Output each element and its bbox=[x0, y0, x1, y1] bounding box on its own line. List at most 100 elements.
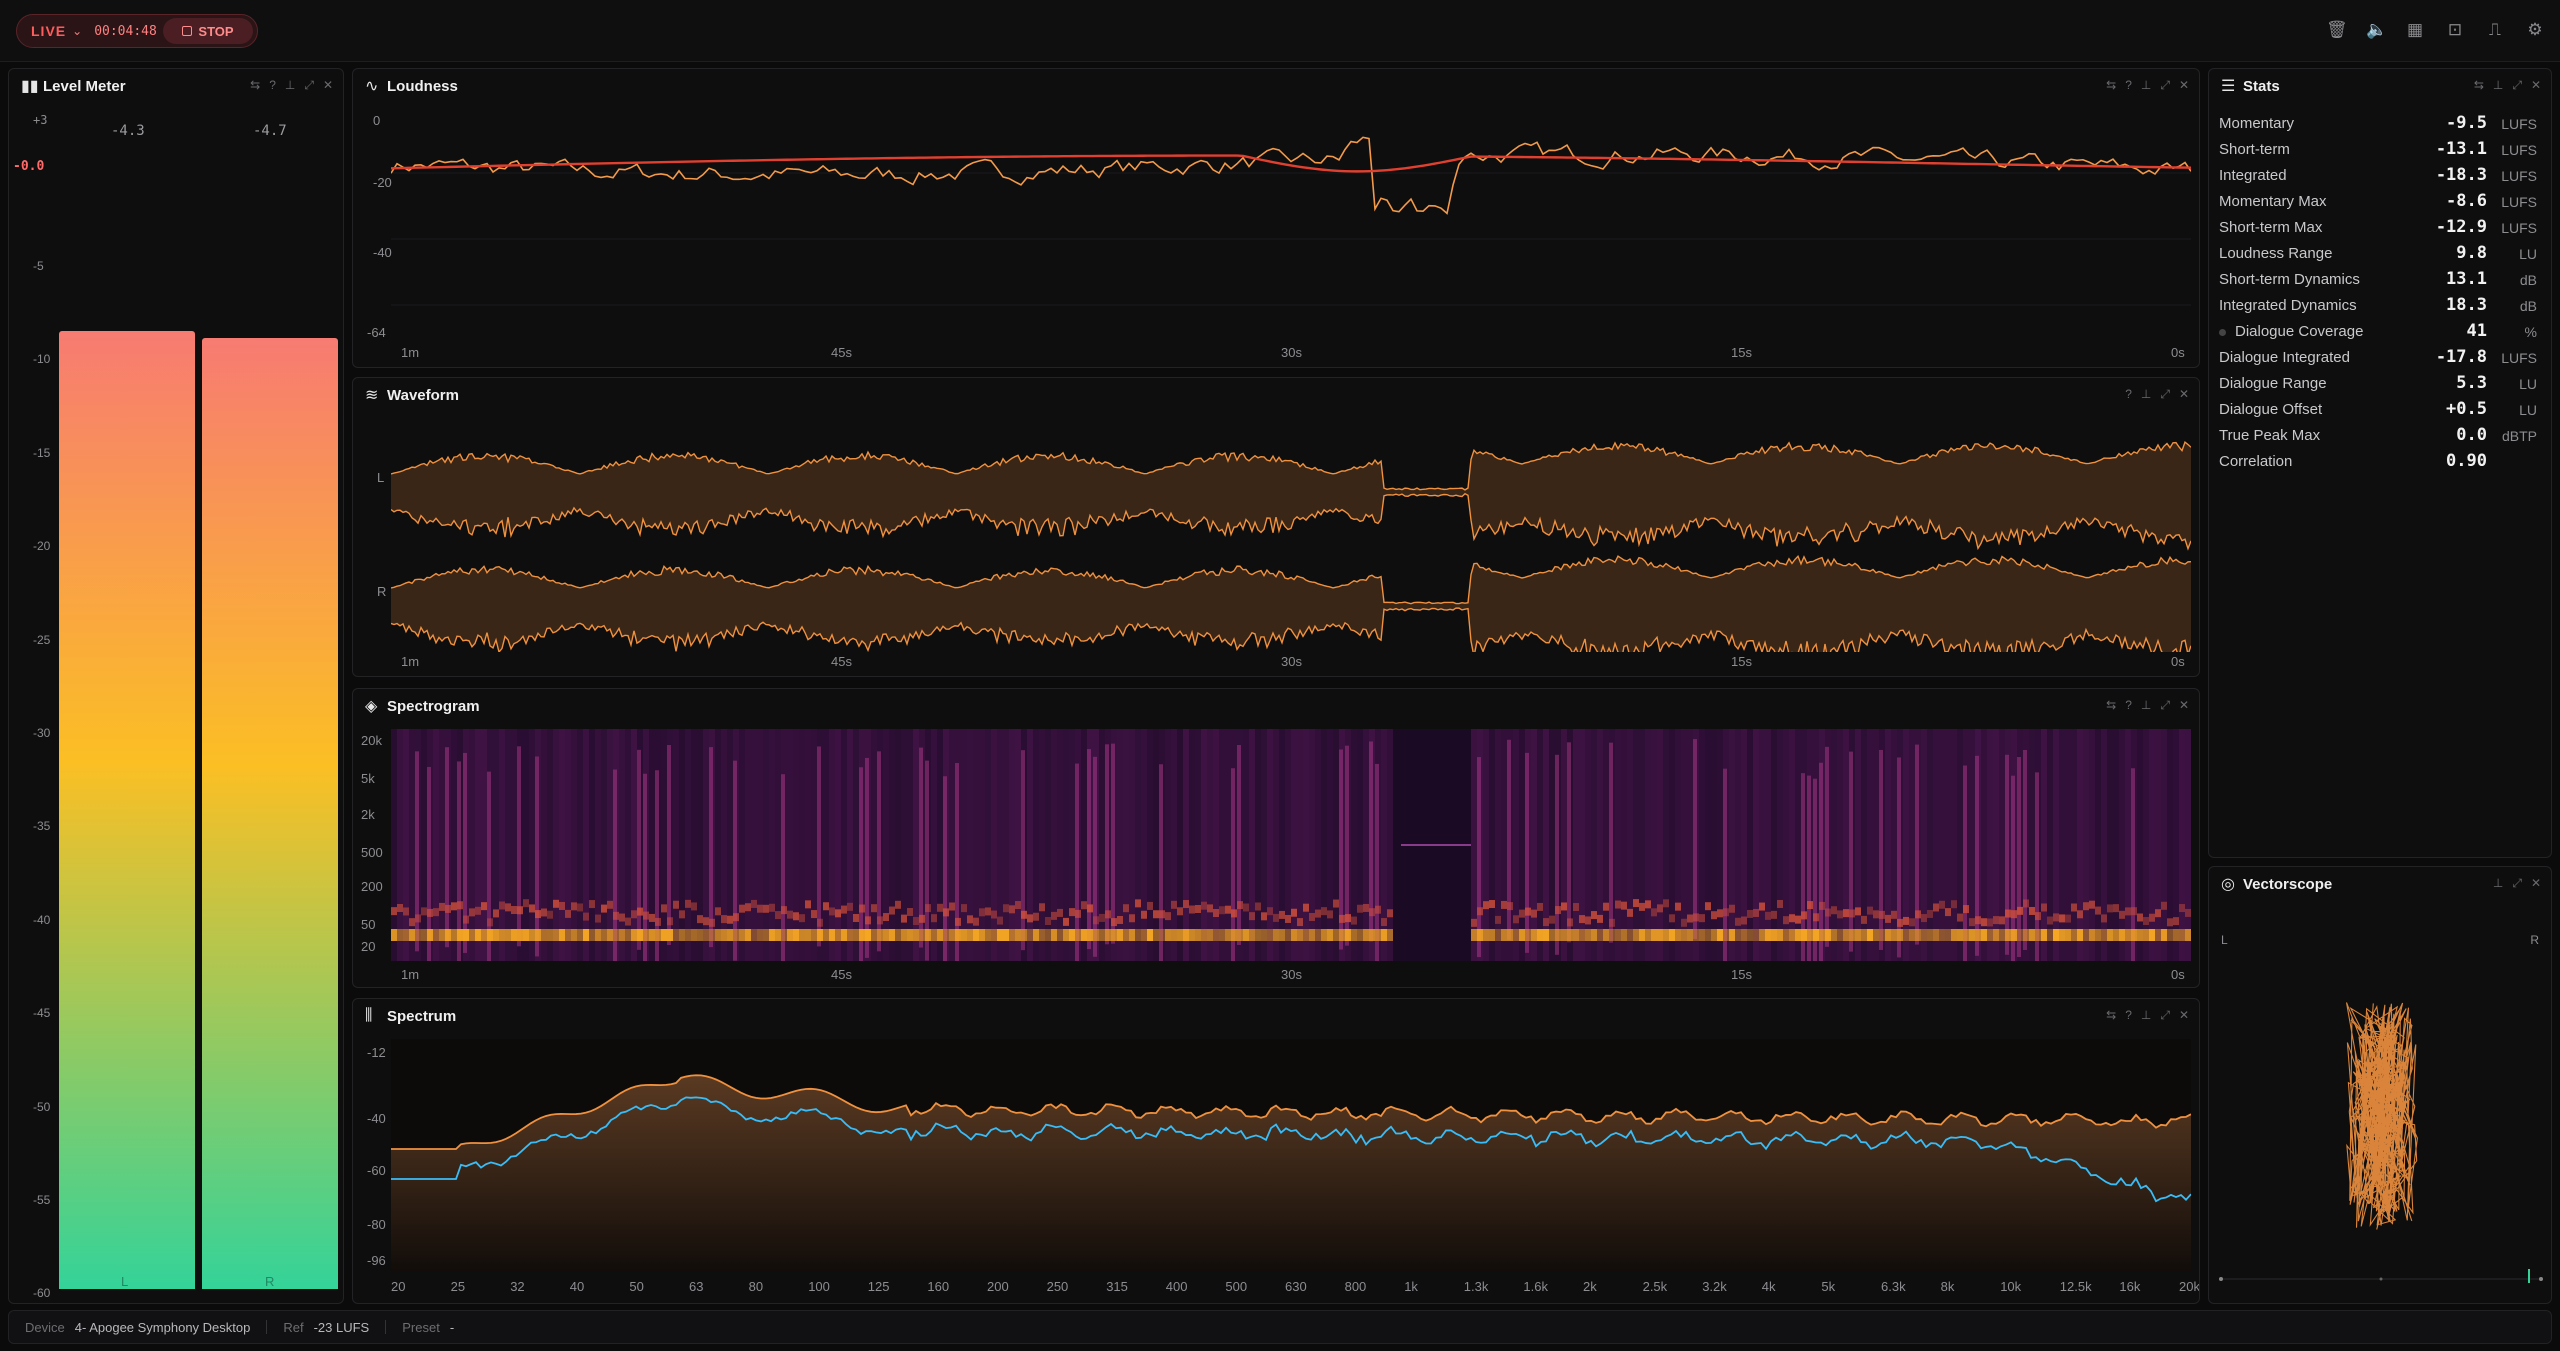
spectrogram-graph[interactable] bbox=[391, 729, 2191, 961]
expand-icon[interactable]: ⤢ bbox=[2512, 78, 2522, 93]
help-icon[interactable]: ? bbox=[2125, 698, 2132, 713]
close-icon[interactable]: ✕ bbox=[323, 78, 333, 93]
chevron-down-icon[interactable]: ⌄ bbox=[72, 24, 82, 38]
meter-tick-label: -5 bbox=[33, 259, 44, 273]
stat-value: -18.3 bbox=[2435, 165, 2487, 185]
stop-button[interactable]: STOP bbox=[163, 18, 253, 44]
loudness-tick-label: -64 bbox=[367, 325, 386, 340]
capture-icon[interactable]: ⊡ bbox=[2446, 20, 2464, 40]
waveform-graph[interactable] bbox=[391, 416, 2191, 652]
live-label[interactable]: LIVE bbox=[31, 23, 66, 39]
stat-row: Dialogue Range 5.3 LU bbox=[2209, 371, 2551, 397]
close-icon[interactable]: ✕ bbox=[2531, 78, 2541, 93]
pin-icon[interactable]: ⊥ bbox=[2141, 387, 2151, 402]
settings-icon[interactable]: ⇆ bbox=[250, 78, 260, 93]
close-icon[interactable]: ✕ bbox=[2179, 387, 2189, 402]
help-icon[interactable]: ? bbox=[2125, 387, 2132, 402]
settings-icon[interactable]: ⇆ bbox=[2106, 698, 2116, 713]
vectorscope-plot bbox=[2219, 1002, 2543, 1283]
close-icon[interactable]: ✕ bbox=[2179, 78, 2189, 93]
status-bar: Device 4- Apogee Symphony Desktop Ref -2… bbox=[8, 1310, 2552, 1344]
right-level-bar bbox=[202, 338, 338, 1289]
settings-icon[interactable]: ⇆ bbox=[2106, 78, 2116, 93]
frequency-tick-label: 12.5k bbox=[2059, 1279, 2092, 1294]
expand-icon[interactable]: ⤢ bbox=[2512, 876, 2522, 891]
close-icon[interactable]: ✕ bbox=[2179, 698, 2189, 713]
frequency-tick-label: 25 bbox=[450, 1279, 466, 1294]
loudness-panel: ∿ Loudness ⇆? ⊥ ⤢ ✕ 0 -20 -40 -64 1m 45s 30s 15s 0s bbox=[352, 68, 2200, 368]
channel-left-label: L bbox=[121, 1274, 129, 1289]
time-tick-label: 30s bbox=[1281, 967, 1302, 982]
spectrum-graph[interactable] bbox=[391, 1039, 2191, 1271]
frequency-tick-label: 20k bbox=[361, 733, 382, 748]
stat-unit: LU bbox=[2519, 402, 2537, 418]
expand-icon[interactable]: ⤢ bbox=[2160, 1008, 2170, 1023]
vectorscope-panel: ◎ Vectorscope ⊥ ⤢ ✕ L R bbox=[2208, 866, 2552, 1304]
pin-icon[interactable]: ⊥ bbox=[2493, 78, 2503, 93]
stat-label: True Peak Max bbox=[2219, 427, 2321, 444]
frequency-tick-label: 5k bbox=[361, 771, 375, 786]
stat-value: -12.9 bbox=[2435, 217, 2487, 237]
stat-value: 0.90 bbox=[2446, 451, 2487, 471]
settings-icon[interactable]: ⇆ bbox=[2474, 78, 2484, 93]
frequency-tick-label: 315 bbox=[1106, 1279, 1128, 1294]
bar-chart-icon: ▮▮ bbox=[21, 78, 39, 95]
stat-label: Loudness Range bbox=[2219, 245, 2333, 262]
close-icon[interactable]: ✕ bbox=[2531, 876, 2541, 891]
stat-label: Dialogue Coverage bbox=[2235, 323, 2364, 340]
speaker-icon[interactable]: 🔈 bbox=[2366, 20, 2387, 40]
stat-row: Dialogue Offset +0.5 LU bbox=[2209, 397, 2551, 423]
settings-icon[interactable]: ⇆ bbox=[2106, 1008, 2116, 1023]
gear-icon[interactable]: ⚙ bbox=[2526, 20, 2544, 40]
expand-icon[interactable]: ⤢ bbox=[2160, 78, 2170, 93]
list-icon: ☰ bbox=[2221, 78, 2236, 95]
preset-value[interactable]: - bbox=[450, 1320, 454, 1335]
ref-value[interactable]: -23 LUFS bbox=[314, 1320, 370, 1335]
expand-icon[interactable]: ⤢ bbox=[2160, 698, 2170, 713]
left-level-bar bbox=[59, 331, 195, 1289]
stat-row: Short-term Dynamics 13.1 dB bbox=[2209, 267, 2551, 293]
stat-value: +0.5 bbox=[2446, 399, 2487, 419]
help-icon[interactable]: ? bbox=[2125, 1008, 2132, 1023]
stat-label: Momentary bbox=[2219, 115, 2295, 132]
frequency-tick-label: 2k bbox=[361, 807, 375, 822]
stat-row: Integrated -18.3 LUFS bbox=[2209, 163, 2551, 189]
frequency-tick-label: 2k bbox=[1583, 1279, 1597, 1294]
help-icon[interactable]: ? bbox=[2125, 78, 2132, 93]
close-icon[interactable]: ✕ bbox=[2179, 1008, 2189, 1023]
expand-icon[interactable]: ⤢ bbox=[2160, 387, 2170, 402]
meter-tick-label: -25 bbox=[33, 632, 51, 647]
pin-icon[interactable]: ⊥ bbox=[285, 78, 295, 93]
expand-icon[interactable]: ⤢ bbox=[304, 78, 314, 93]
loudness-tick-label: -20 bbox=[373, 175, 392, 190]
panel-title: Stats bbox=[2243, 77, 2280, 95]
stat-value: -9.5 bbox=[2446, 113, 2487, 133]
spectrogram-panel: ◈ Spectrogram ⇆? ⊥ ⤢ ✕ 20k 5k 2k 500 200 50 20 1m 45… bbox=[352, 688, 2200, 988]
stop-label: STOP bbox=[198, 23, 234, 39]
trash-icon[interactable]: 🗑 bbox=[2326, 20, 2348, 40]
pin-icon[interactable]: ⊥ bbox=[2141, 1008, 2151, 1023]
pin-icon[interactable]: ⊥ bbox=[2493, 876, 2503, 891]
loudness-graph[interactable] bbox=[391, 107, 2191, 343]
pin-icon[interactable]: ⊥ bbox=[2141, 698, 2151, 713]
stat-row: Dialogue Integrated -17.8 LUFS bbox=[2209, 345, 2551, 371]
indicator-dot bbox=[2219, 329, 2226, 336]
grid-icon[interactable]: ▦ bbox=[2406, 20, 2424, 40]
meter-tick-label: -10 bbox=[33, 352, 51, 367]
device-value[interactable]: 4- Apogee Symphony Desktop bbox=[75, 1320, 251, 1335]
frequency-tick-label: 200 bbox=[987, 1279, 1009, 1294]
meter-tick-label: -50 bbox=[33, 1099, 51, 1114]
frequency-tick-label: 630 bbox=[1285, 1279, 1307, 1294]
loudness-tick-label: -40 bbox=[373, 245, 392, 260]
stats-panel: ☰ Stats ⇆ ⊥ ⤢ ✕ Momentary -9.5 LUFS Short-term -… bbox=[2208, 68, 2552, 858]
bookmark-icon[interactable]: ⎍ bbox=[2486, 20, 2504, 40]
stat-row: Short-term -13.1 LUFS bbox=[2209, 137, 2551, 163]
pin-icon[interactable]: ⊥ bbox=[2141, 78, 2151, 93]
waveform-icon: ≋ bbox=[365, 387, 379, 404]
stat-value: 41 bbox=[2466, 321, 2487, 341]
frequency-tick-label: 63 bbox=[689, 1279, 704, 1294]
help-icon[interactable]: ? bbox=[269, 78, 276, 93]
stat-label: Integrated Dynamics bbox=[2219, 297, 2357, 314]
live-control[interactable]: LIVE ⌄ 00:04:48 STOP bbox=[16, 14, 258, 48]
stat-row: Short-term Max -12.9 LUFS bbox=[2209, 215, 2551, 241]
